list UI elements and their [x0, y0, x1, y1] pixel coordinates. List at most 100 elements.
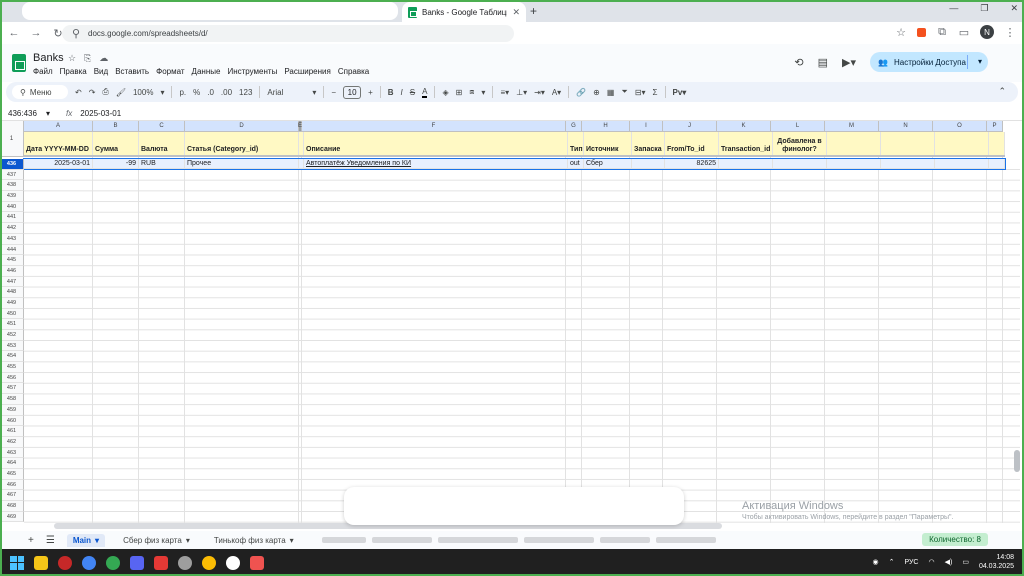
column-header-d[interactable]: D — [185, 121, 299, 132]
merge-cells-icon[interactable]: ⧈ — [469, 87, 474, 97]
header-cell[interactable]: From/To_id — [665, 132, 719, 155]
new-tab-icon[interactable]: + — [530, 4, 537, 18]
row-header[interactable]: 447 — [0, 276, 24, 288]
table-cell[interactable]: Сбер — [584, 159, 632, 169]
select-all-corner[interactable]: 1 — [0, 121, 24, 157]
app-icon[interactable] — [250, 555, 264, 570]
blurred-tab[interactable] — [321, 537, 366, 543]
all-sheets-icon[interactable]: ☰ — [46, 535, 55, 546]
row-header[interactable]: 444 — [0, 244, 24, 256]
redo-icon[interactable]: ↷ — [89, 88, 96, 97]
row-header[interactable]: 440 — [0, 201, 24, 213]
row-header[interactable]: 448 — [0, 287, 24, 298]
row-header[interactable]: 467 — [0, 490, 24, 501]
menu-insert[interactable]: Вставить — [115, 67, 149, 76]
selection-count[interactable]: Количество: 8 — [922, 533, 988, 546]
table-cell[interactable]: RUB — [139, 159, 185, 169]
column-header-b[interactable]: B — [93, 121, 139, 132]
menu-edit[interactable]: Правка — [60, 67, 87, 76]
row-header[interactable]: 455 — [0, 362, 24, 373]
column-header-n[interactable]: N — [879, 121, 933, 132]
row-header[interactable]: 451 — [0, 319, 24, 330]
empty-grid-rows[interactable] — [24, 169, 1020, 523]
minimize-icon[interactable]: — — [949, 3, 958, 14]
row-header[interactable]: 443 — [0, 233, 24, 245]
row-header[interactable]: 452 — [0, 330, 24, 341]
spreadsheet-grid[interactable]: 1 ABCDEFGHIJKLMNOP Дата YYYY-MM-DD Сумма В… — [0, 121, 1024, 523]
sheet-tab-tinkoff[interactable]: Тинькоф физ карта ▾ — [208, 534, 300, 547]
yandex-icon[interactable] — [226, 555, 240, 570]
clock[interactable]: 14:08 04.03.2025 — [979, 553, 1014, 571]
add-sheet-icon[interactable]: + — [28, 535, 34, 546]
fill-color-icon[interactable]: ◈ — [442, 88, 448, 97]
chrome-canary-icon[interactable] — [202, 555, 216, 570]
header-cell[interactable]: Описание — [304, 132, 568, 155]
row-header[interactable]: 445 — [0, 255, 24, 266]
volume-icon[interactable]: ◀) — [945, 558, 953, 566]
header-cell[interactable]: Валюта — [139, 132, 185, 155]
table-cell[interactable] — [989, 159, 1005, 169]
sidepanel-icon[interactable]: ▭ — [958, 26, 970, 39]
row-header[interactable]: 437 — [0, 169, 24, 181]
table-row[interactable]: 2025-03-01 -99 RUB Прочее Автоплатёж Уведомл… — [23, 158, 1006, 170]
wifi-icon[interactable]: ◠ — [929, 558, 935, 566]
borders-icon[interactable]: ⊞ — [456, 88, 463, 97]
row-header[interactable]: 446 — [0, 265, 24, 277]
menu-search[interactable]: ⚲ Меню — [12, 85, 68, 99]
table-cell[interactable]: 2025-03-01 — [24, 159, 93, 169]
tab-close-icon[interactable]: ✕ — [512, 7, 520, 18]
chevron-down-icon[interactable]: ▾ — [186, 536, 190, 545]
header-cell[interactable] — [989, 132, 1005, 155]
maximize-icon[interactable]: ❐ — [980, 3, 988, 14]
formula-input[interactable]: 2025-03-01 — [80, 109, 121, 118]
menu-tools[interactable]: Инструменты — [227, 67, 277, 76]
paint-format-icon[interactable]: 🖌 — [116, 88, 126, 97]
name-box[interactable]: 436:436 ▾ — [0, 109, 54, 118]
row-header[interactable]: 463 — [0, 447, 24, 459]
meet-icon[interactable]: ▶▾ — [842, 56, 856, 69]
font-size-decrease-icon[interactable]: − — [331, 88, 336, 97]
bookmark-star-icon[interactable]: ☆ — [895, 26, 907, 39]
header-cell[interactable] — [881, 132, 935, 155]
vertical-align-icon[interactable]: ⊥▾ — [516, 88, 527, 97]
strikethrough-icon[interactable]: S — [410, 88, 415, 97]
collapse-toolbar-icon[interactable]: ⌃ — [998, 86, 1006, 97]
chevron-down-icon[interactable]: ▾ — [290, 536, 294, 545]
row-header[interactable]: 458 — [0, 394, 24, 405]
row-header[interactable]: 468 — [0, 501, 24, 512]
table-cell[interactable]: out — [568, 159, 584, 169]
row-header[interactable]: 439 — [0, 191, 24, 202]
chevron-down-icon[interactable]: ▾ — [95, 536, 99, 545]
column-header-k[interactable]: K — [717, 121, 771, 132]
header-cell[interactable]: Добавлена в финолог? — [773, 132, 827, 155]
row-header[interactable]: 459 — [0, 404, 24, 416]
tray-lang[interactable]: РУС — [904, 559, 918, 566]
doc-title[interactable]: Banks — [33, 52, 64, 64]
font-size-increase-icon[interactable]: + — [368, 88, 373, 97]
profile-avatar[interactable]: N — [980, 25, 994, 39]
row-header[interactable]: 449 — [0, 297, 24, 309]
back-icon[interactable]: ← — [8, 27, 20, 39]
table-cell[interactable]: Прочее — [185, 159, 299, 169]
site-info-icon[interactable]: ⚲ — [70, 27, 82, 40]
close-window-icon[interactable]: ✕ — [1010, 3, 1018, 14]
blurred-tab[interactable] — [655, 537, 716, 543]
row-header[interactable]: 462 — [0, 436, 24, 448]
decrease-decimal-button[interactable]: .0 — [207, 88, 214, 97]
blurred-tab[interactable] — [371, 537, 432, 543]
column-header-j[interactable]: J — [663, 121, 717, 132]
chrome-profile-icon[interactable] — [106, 555, 120, 570]
table-cell[interactable] — [935, 159, 989, 169]
chevron-down-icon[interactable]: ▾ — [312, 88, 316, 97]
file-explorer-icon[interactable] — [34, 555, 48, 570]
row-header[interactable]: 466 — [0, 479, 24, 491]
chevron-down-icon[interactable]: ▾ — [46, 109, 50, 118]
row-header[interactable]: 450 — [0, 308, 24, 320]
discord-icon[interactable] — [130, 555, 144, 570]
blurred-tab[interactable] — [523, 537, 594, 543]
menu-format[interactable]: Формат — [156, 67, 184, 76]
star-icon[interactable]: ☆ — [68, 53, 76, 64]
insert-link-icon[interactable]: 🔗 — [576, 88, 586, 97]
chrome-icon[interactable] — [82, 555, 96, 570]
font-select[interactable]: Arial — [267, 88, 305, 97]
